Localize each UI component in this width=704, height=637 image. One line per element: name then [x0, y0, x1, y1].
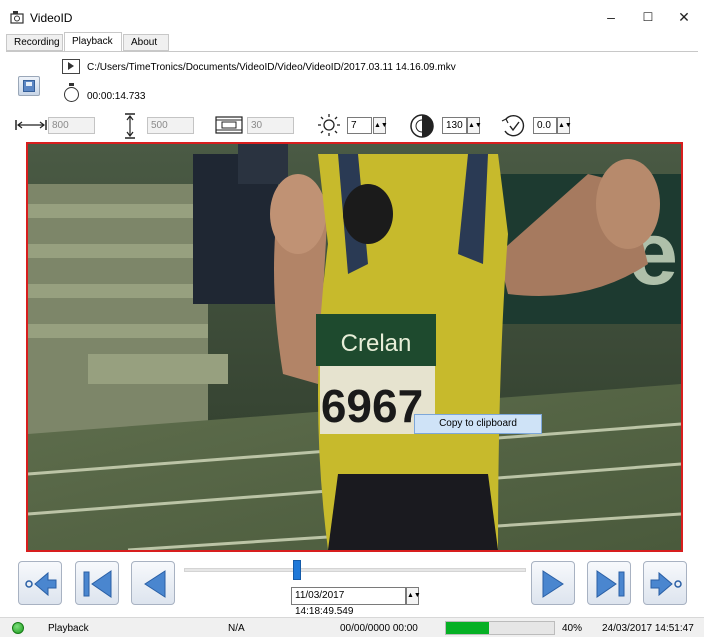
tab-about[interactable]: About	[123, 34, 169, 51]
playback-datetime[interactable]: 11/03/2017 14:18:49.549	[291, 587, 406, 617]
minimize-button[interactable]: –	[593, 6, 629, 28]
file-path: C:/Users/TimeTronics/Documents/VideoID/V…	[87, 62, 456, 73]
context-menu-copy[interactable]: Copy to clipboard	[414, 414, 542, 434]
go-start-icon	[25, 571, 57, 597]
save-button[interactable]	[18, 76, 40, 96]
first-frame-button[interactable]	[75, 561, 119, 605]
video-file-icon	[62, 59, 80, 74]
close-button[interactable]: ✕	[666, 6, 702, 28]
video-frame[interactable]: e Crelan 6967 Copy to clipboard	[26, 142, 683, 552]
title-bar: VideoID – ☐ ✕	[0, 0, 704, 34]
height-field: 500	[147, 117, 194, 134]
brightness-icon	[318, 114, 340, 136]
status-bar: Playback N/A 00/00/0000 00:00 40% 24/03/…	[0, 617, 704, 637]
status-led-icon	[12, 622, 24, 634]
step-back-icon	[144, 570, 166, 598]
go-end-button[interactable]	[643, 561, 687, 605]
status-clock: 24/03/2017 14:51:47	[602, 623, 694, 634]
width-icon	[15, 120, 47, 130]
gamma-icon	[501, 114, 525, 137]
save-icon	[23, 80, 35, 92]
maximize-icon: ☐	[642, 10, 654, 24]
playback-slider-thumb[interactable]	[292, 560, 301, 580]
step-back-button[interactable]	[131, 561, 175, 605]
status-na: N/A	[228, 623, 245, 634]
contrast-spinner[interactable]: ▲▼	[467, 117, 482, 134]
status-progress-fill	[446, 622, 490, 634]
step-forward-button[interactable]	[531, 561, 575, 605]
fps-field: 30	[247, 117, 294, 134]
step-forward-icon	[542, 570, 564, 598]
video-image: e Crelan 6967	[28, 144, 681, 550]
bib-number: 6967	[321, 380, 423, 432]
stopwatch-icon	[64, 83, 79, 102]
playback-slider-track[interactable]	[184, 568, 526, 572]
first-frame-icon	[83, 570, 112, 598]
height-icon	[125, 113, 135, 139]
bib-sponsor: Crelan	[341, 330, 412, 357]
brightness-input[interactable]: 7	[347, 117, 372, 134]
minimize-icon: –	[607, 9, 615, 25]
file-duration: 00:00:14.733	[87, 91, 146, 102]
contrast-icon	[410, 114, 434, 138]
width-field: 800	[48, 117, 95, 134]
go-end-icon	[650, 571, 682, 597]
camera-icon	[10, 11, 24, 24]
tab-divider	[6, 51, 698, 52]
status-last-time: 00/00/0000 00:00	[340, 623, 418, 634]
status-state: Playback	[48, 623, 89, 634]
window-title: VideoID	[30, 11, 73, 25]
last-frame-icon	[596, 570, 625, 598]
gamma-spinner[interactable]: ▲▼	[557, 117, 572, 134]
status-progress-text: 40%	[562, 623, 583, 634]
film-icon	[215, 116, 243, 134]
status-progress	[445, 621, 555, 635]
last-frame-button[interactable]	[587, 561, 631, 605]
close-icon: ✕	[678, 9, 690, 25]
tab-recording[interactable]: Recording	[6, 34, 63, 51]
brightness-spinner[interactable]: ▲▼	[373, 117, 388, 134]
contrast-input[interactable]: 130	[442, 117, 467, 134]
tab-playback[interactable]: Playback	[64, 32, 122, 52]
gamma-input[interactable]: 0.0	[533, 117, 557, 134]
go-start-button[interactable]	[18, 561, 62, 605]
datetime-spinner[interactable]: ▲▼	[406, 587, 421, 605]
maximize-button[interactable]: ☐	[630, 6, 666, 28]
